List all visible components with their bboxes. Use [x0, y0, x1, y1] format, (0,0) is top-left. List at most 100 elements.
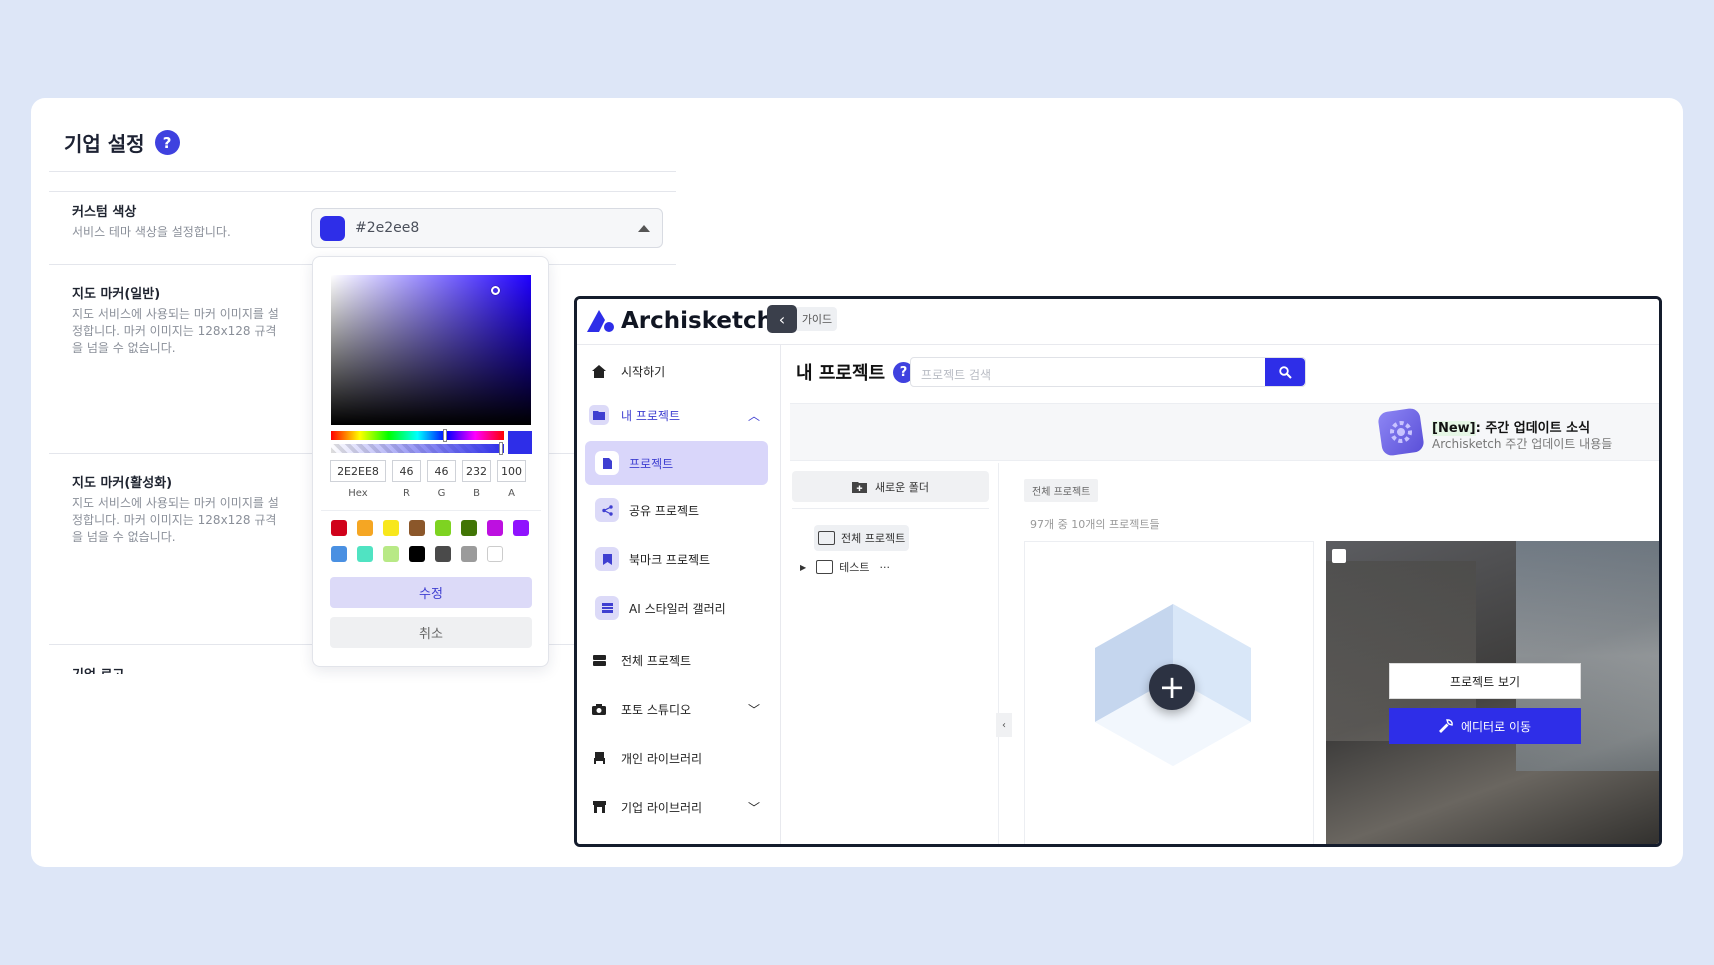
color-swatch[interactable]	[357, 520, 373, 536]
collapse-handle[interactable]: ‹	[996, 713, 1012, 737]
hue-slider[interactable]	[331, 429, 504, 442]
g-input[interactable]: 46	[427, 460, 456, 482]
folder-label: 전체 프로젝트	[841, 532, 906, 545]
sidebar-item-personal-library[interactable]: 개인 라이브러리	[585, 738, 768, 778]
main-header: 내 프로젝트 ?	[796, 359, 915, 385]
custom-color-desc: 서비스 테마 색상을 설정합니다.	[72, 225, 231, 239]
new-project-card[interactable]: +	[1024, 541, 1314, 844]
preset-swatches	[331, 520, 531, 562]
chevron-up-icon: ︿	[747, 408, 760, 423]
alpha-handle[interactable]	[499, 442, 503, 455]
banner-tag: [New]	[1432, 421, 1476, 436]
b-input[interactable]: 232	[462, 460, 491, 482]
color-swatch[interactable]	[435, 520, 451, 536]
color-swatch[interactable]	[487, 520, 503, 536]
sidebar-item-my-projects[interactable]: 내 프로젝트 ︿	[585, 395, 768, 435]
sidebar-item-label: 공유 프로젝트	[629, 503, 700, 518]
hex-input[interactable]: 2E2EE8	[330, 460, 386, 482]
folder-item-all[interactable]: 전체 프로젝트	[814, 525, 910, 551]
sidebar-item-label: 프로젝트	[629, 456, 674, 471]
sidebar-item-label: 전체 프로젝트	[621, 653, 692, 668]
color-swatch[interactable]	[331, 546, 347, 562]
a-label: A	[508, 488, 515, 499]
help-icon[interactable]: ?	[154, 130, 180, 155]
filter-chip[interactable]: 전체 프로젝트	[1024, 479, 1099, 502]
more-icon[interactable]: ···	[880, 561, 891, 574]
chevron-left-icon[interactable]: ‹	[767, 305, 797, 333]
cancel-button[interactable]: 취소	[330, 617, 532, 648]
color-select[interactable]: #2e2ee8	[311, 208, 663, 248]
search-icon	[1278, 365, 1292, 379]
sidebar-item-all-projects[interactable]: 전체 프로젝트	[585, 640, 768, 680]
color-swatch[interactable]	[383, 520, 399, 536]
divider	[49, 191, 676, 192]
custom-color-section: 커스텀 색상 서비스 테마 색상을 설정합니다.	[72, 201, 287, 241]
marker-normal-desc: 지도 서비스에 사용되는 마커 이미지를 설정합니다. 마커 이미지는 128x…	[72, 307, 279, 355]
color-swatch[interactable]	[461, 546, 477, 562]
divider	[792, 508, 989, 509]
r-input[interactable]: 46	[392, 460, 421, 482]
caret-up-icon	[638, 224, 650, 232]
project-card[interactable]: 프로젝트 보기 에디터로 이동	[1326, 541, 1659, 844]
view-project-button[interactable]: 프로젝트 보기	[1389, 663, 1581, 699]
chair-icon	[589, 748, 609, 768]
marker-active-desc: 지도 서비스에 사용되는 마커 이미지를 설정합니다. 마커 이미지는 128x…	[72, 496, 279, 544]
banner-subtitle: Archisketch 주간 업데이트 내용들	[1432, 437, 1613, 451]
search-input[interactable]: 프로젝트 검색	[910, 357, 1306, 387]
a-input[interactable]: 100	[497, 460, 526, 482]
sidebar-item-bookmark[interactable]: 북마크 프로젝트	[585, 537, 768, 581]
color-swatch[interactable]	[383, 546, 399, 562]
divider	[321, 510, 541, 511]
color-swatch[interactable]	[513, 520, 529, 536]
main-title: 내 프로젝트	[796, 363, 886, 384]
hue-handle[interactable]	[443, 429, 447, 442]
select-checkbox[interactable]	[1332, 549, 1346, 563]
color-swatch[interactable]	[409, 546, 425, 562]
sidebar-item-label: 북마크 프로젝트	[629, 552, 711, 567]
sidebar-item-label: 기업 라이브러리	[621, 800, 703, 815]
sidebar-item-ai-gallery[interactable]: AI 스타일러 갤러리	[585, 586, 768, 630]
share-icon	[595, 498, 619, 522]
project-content: 전체 프로젝트 97개 중 10개의 프로젝트들 + 프로젝트 보기 에디터로 …	[1012, 463, 1659, 844]
folder-item-test[interactable]: ▶ 테스트 ···	[800, 559, 890, 575]
main-area: 내 프로젝트 ? 프로젝트 검색 [New]: 주간 업데이트 소식 Archi…	[782, 345, 1659, 844]
sidebar-item-shared[interactable]: 공유 프로젝트	[585, 488, 768, 532]
sidebar: 시작하기 내 프로젝트 ︿ 프로젝트 공유 프로젝트 북마크 프로젝트 AI 스…	[577, 345, 781, 844]
color-swatch[interactable]	[487, 546, 503, 562]
update-banner[interactable]: [New]: 주간 업데이트 소식 Archisketch 주간 업데이트 내용…	[790, 403, 1659, 461]
alpha-slider[interactable]	[331, 442, 504, 455]
color-swatch[interactable]	[331, 520, 347, 536]
search-button[interactable]	[1265, 358, 1305, 386]
divider	[49, 171, 676, 172]
brand-name: Archisketch	[621, 308, 774, 334]
color-swatch[interactable]	[357, 546, 373, 562]
saturation-area[interactable]	[331, 275, 531, 425]
sidebar-item-start[interactable]: 시작하기	[585, 351, 768, 391]
folder-plus-icon	[851, 481, 867, 493]
caret-right-icon[interactable]: ▶	[800, 563, 806, 572]
page-title: 기업 설정	[64, 132, 145, 156]
sidebar-item-label: 포토 스튜디오	[621, 702, 692, 717]
saturation-handle[interactable]	[491, 286, 500, 295]
brand-logo[interactable]: Archisketch	[585, 308, 773, 334]
save-button[interactable]: 수정	[330, 577, 532, 608]
open-editor-button[interactable]: 에디터로 이동	[1389, 708, 1581, 744]
hex-label: Hex	[348, 488, 368, 499]
folder-label: 테스트	[839, 561, 870, 574]
marker-active-title: 지도 마커(활성화)	[72, 476, 173, 491]
sidebar-item-label: 내 프로젝트	[621, 408, 681, 423]
sidebar-item-photo-studio[interactable]: 포토 스튜디오 ﹀	[585, 689, 768, 729]
logo-section: 기업 로고	[72, 664, 287, 674]
sidebar-item-company-library[interactable]: 기업 라이브러리 ﹀	[585, 787, 768, 827]
color-fields: 2E2EE8 Hex 46 R 46 G 232 B 100 A	[330, 460, 532, 499]
color-swatch[interactable]	[461, 520, 477, 536]
file-icon	[595, 451, 619, 475]
guide-button[interactable]: 가이드	[797, 307, 837, 331]
chevron-down-icon: ﹀	[747, 800, 760, 815]
new-folder-button[interactable]: 새로운 폴더	[792, 471, 989, 502]
plus-icon[interactable]: +	[1149, 664, 1195, 710]
marker-active-section: 지도 마커(활성화) 지도 서비스에 사용되는 마커 이미지를 설정합니다. 마…	[72, 472, 287, 546]
color-swatch[interactable]	[435, 546, 451, 562]
sidebar-item-projects[interactable]: 프로젝트	[585, 441, 768, 485]
color-swatch[interactable]	[409, 520, 425, 536]
